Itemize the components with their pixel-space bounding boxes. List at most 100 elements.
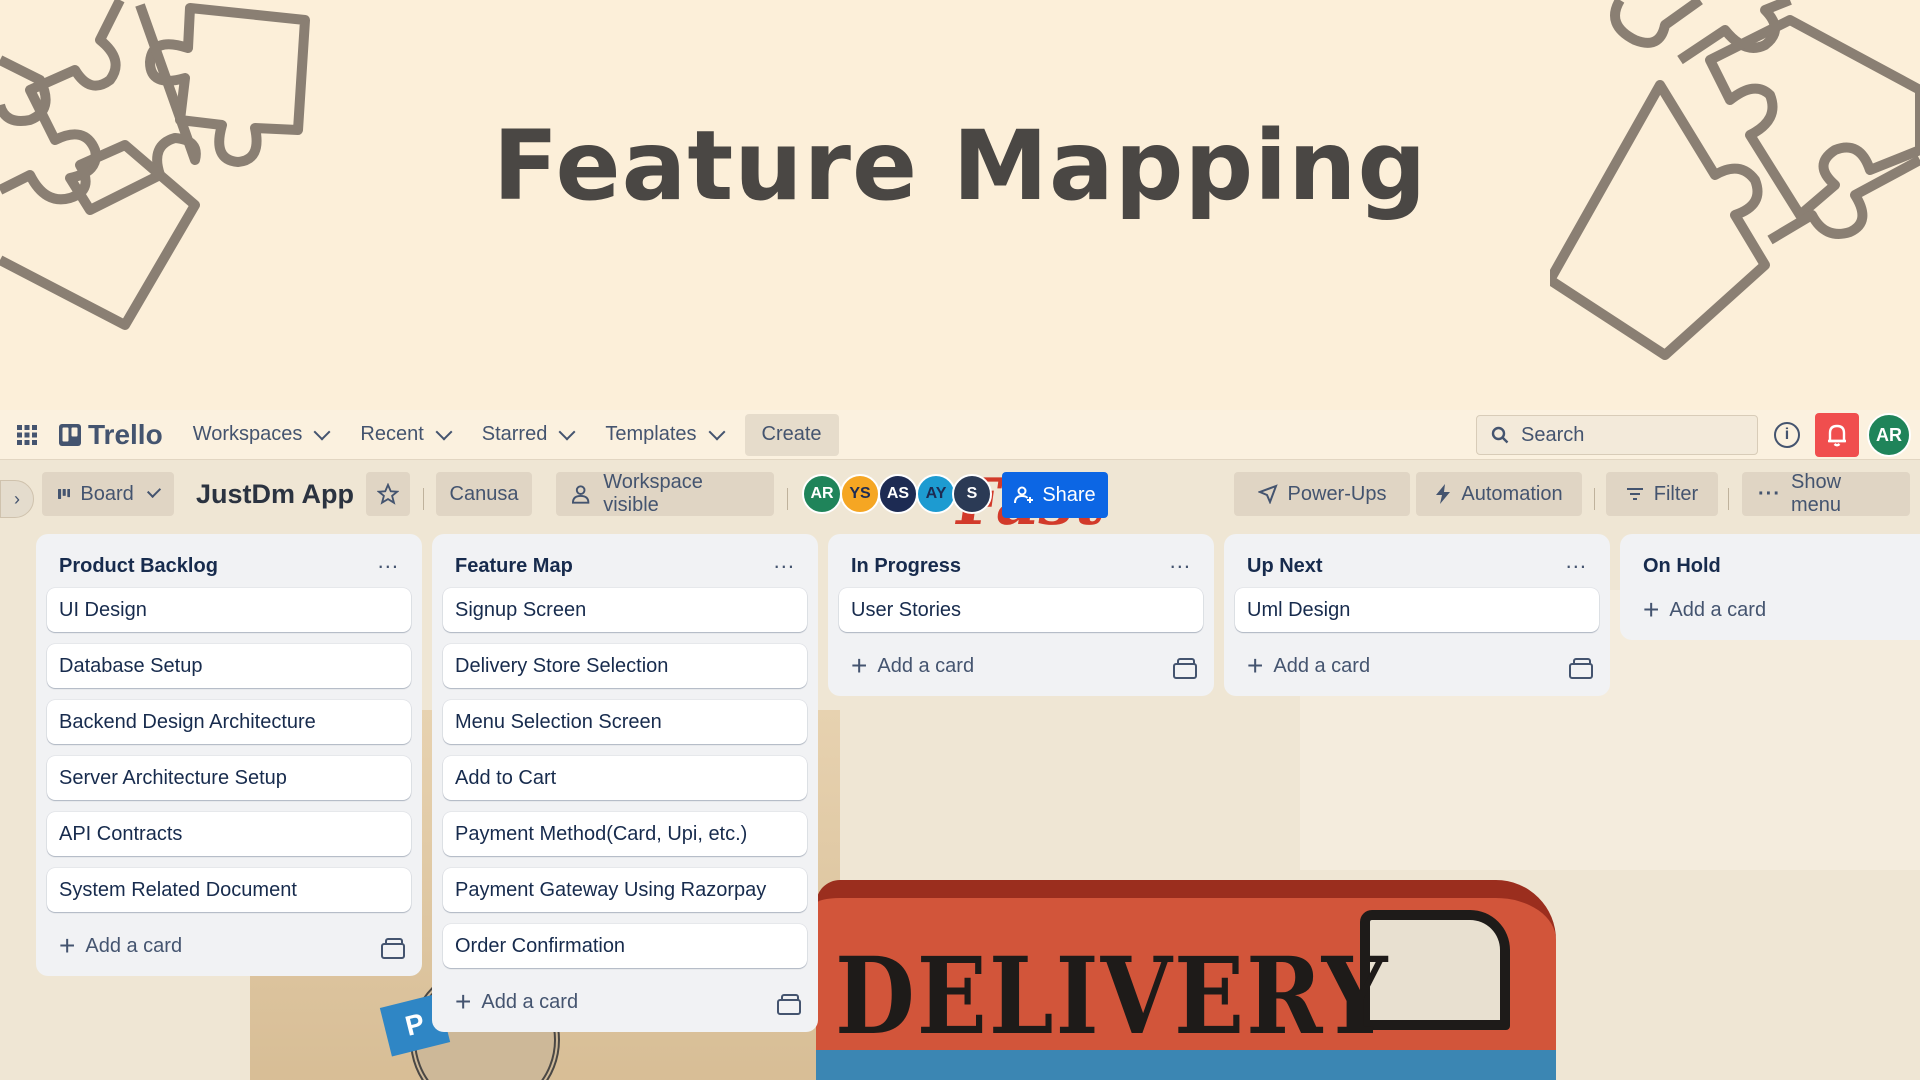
trello-brand-text: Trello bbox=[88, 418, 163, 450]
plus-icon: + bbox=[455, 986, 472, 1017]
chevron-down-icon bbox=[708, 423, 725, 440]
list-title[interactable]: Up Next bbox=[1247, 555, 1323, 578]
nav-starred-menu[interactable]: Starred bbox=[472, 415, 584, 455]
people-icon bbox=[572, 485, 590, 504]
add-card-button[interactable]: + Add a card bbox=[59, 932, 183, 960]
add-card-label: Add a card bbox=[1273, 654, 1371, 677]
filter-button[interactable]: Filter bbox=[1606, 472, 1718, 516]
app-switcher-button[interactable] bbox=[6, 415, 48, 455]
list-feature-map: Feature Map ... Signup Screen Delivery S… bbox=[432, 534, 818, 1032]
list-title[interactable]: Feature Map bbox=[455, 555, 573, 578]
power-ups-button[interactable]: Power-Ups bbox=[1234, 472, 1410, 516]
sidebar-expand-button[interactable]: › bbox=[0, 480, 34, 518]
workspace-button[interactable]: Canusa bbox=[436, 472, 532, 516]
user-avatar[interactable]: AR bbox=[1867, 413, 1911, 457]
card[interactable]: Backend Design Architecture bbox=[47, 700, 411, 744]
star-icon bbox=[377, 483, 399, 505]
add-card-button[interactable]: + Add a card bbox=[851, 650, 975, 681]
board-view-switcher[interactable]: Board bbox=[42, 472, 174, 516]
list-menu-icon[interactable]: ... bbox=[774, 550, 795, 576]
header-divider bbox=[423, 488, 424, 510]
list-on-hold: On Hold + Add a card bbox=[1620, 534, 1920, 640]
add-card-label: Add a card bbox=[877, 654, 975, 677]
nav-templates-label: Templates bbox=[605, 423, 697, 445]
trello-home-link[interactable]: Trello bbox=[48, 415, 173, 455]
add-card-button[interactable]: + Add a card bbox=[455, 986, 579, 1017]
list-menu-icon[interactable]: ... bbox=[378, 550, 399, 576]
visibility-button[interactable]: Workspace visible bbox=[556, 471, 774, 516]
card[interactable]: API Contracts bbox=[47, 812, 411, 856]
card[interactable]: UI Design bbox=[47, 588, 411, 632]
member-avatar[interactable]: S bbox=[952, 474, 992, 514]
create-from-template-icon[interactable] bbox=[381, 938, 405, 959]
member-avatar[interactable]: AS bbox=[878, 474, 918, 514]
add-card-label: Add a card bbox=[85, 934, 183, 957]
trello-app-screenshot: Fast DELIVERY P Trello Workspaces R bbox=[0, 410, 1920, 1080]
board-view-label: Board bbox=[80, 482, 134, 505]
search-input[interactable]: Search bbox=[1476, 415, 1758, 455]
card[interactable]: Uml Design bbox=[1235, 588, 1599, 632]
plus-icon: + bbox=[851, 650, 868, 681]
card[interactable]: User Stories bbox=[839, 588, 1203, 632]
chevron-down-icon bbox=[558, 423, 576, 440]
card[interactable]: System Related Document bbox=[47, 868, 411, 912]
chevron-down-icon bbox=[313, 423, 331, 440]
list-in-progress: In Progress ... User Stories + Add a car… bbox=[828, 534, 1214, 696]
notifications-button[interactable] bbox=[1815, 413, 1859, 457]
card[interactable]: Payment Gateway Using Razorpay bbox=[443, 868, 807, 912]
list-header: In Progress ... bbox=[839, 544, 1203, 588]
list-title[interactable]: On Hold bbox=[1643, 555, 1721, 578]
header-divider bbox=[787, 488, 788, 510]
list-header: Up Next ... bbox=[1235, 544, 1599, 588]
star-board-button[interactable] bbox=[366, 472, 410, 516]
list-up-next: Up Next ... Uml Design + Add a card bbox=[1224, 534, 1610, 696]
list-menu-icon[interactable]: ... bbox=[1566, 550, 1587, 576]
list-product-backlog: Product Backlog ... UI Design Database S… bbox=[36, 534, 422, 976]
more-icon: ··· bbox=[1758, 482, 1781, 505]
add-person-icon bbox=[1014, 486, 1034, 504]
nav-workspaces-menu[interactable]: Workspaces bbox=[183, 415, 339, 455]
member-avatar[interactable]: YS bbox=[840, 474, 880, 514]
add-card-label: Add a card bbox=[481, 990, 579, 1013]
create-from-template-icon[interactable] bbox=[1173, 658, 1197, 679]
trello-logo-icon bbox=[59, 423, 81, 446]
info-icon[interactable]: i bbox=[1774, 422, 1800, 448]
nav-recent-menu[interactable]: Recent bbox=[350, 415, 459, 455]
create-from-template-icon[interactable] bbox=[777, 994, 801, 1015]
show-menu-button[interactable]: ··· Show menu bbox=[1742, 471, 1910, 516]
header-divider bbox=[1728, 488, 1729, 510]
card[interactable]: Add to Cart bbox=[443, 756, 807, 800]
add-card-button[interactable]: + Add a card bbox=[1643, 594, 1766, 625]
card[interactable]: Menu Selection Screen bbox=[443, 700, 807, 744]
create-from-template-icon[interactable] bbox=[1569, 658, 1593, 679]
visibility-label: Workspace visible bbox=[603, 471, 703, 516]
chevron-down-icon bbox=[435, 423, 453, 440]
board-header: › Board JustDm App Canusa Workspace visi… bbox=[0, 460, 1920, 524]
share-button[interactable]: Share bbox=[1002, 472, 1108, 518]
card[interactable]: Payment Method(Card, Upi, etc.) bbox=[443, 812, 807, 856]
board-title[interactable]: JustDm App bbox=[196, 479, 354, 510]
list-menu-icon[interactable]: ... bbox=[1170, 550, 1191, 576]
card[interactable]: Database Setup bbox=[47, 644, 411, 688]
list-footer: + Add a card bbox=[1631, 588, 1920, 632]
list-footer: + Add a card bbox=[443, 980, 807, 1024]
member-avatar[interactable]: AY bbox=[916, 474, 956, 514]
nav-templates-menu[interactable]: Templates bbox=[595, 415, 732, 455]
card[interactable]: Server Architecture Setup bbox=[47, 756, 411, 800]
list-title[interactable]: Product Backlog bbox=[59, 555, 218, 578]
nav-recent-label: Recent bbox=[360, 423, 424, 445]
list-footer: + Add a card bbox=[839, 644, 1203, 688]
bell-icon bbox=[1828, 424, 1846, 447]
card[interactable]: Order Confirmation bbox=[443, 924, 807, 968]
card[interactable]: Delivery Store Selection bbox=[443, 644, 807, 688]
member-avatar[interactable]: AR bbox=[802, 474, 842, 514]
share-label: Share bbox=[1042, 483, 1096, 506]
power-ups-label: Power-Ups bbox=[1287, 482, 1387, 505]
list-title[interactable]: In Progress bbox=[851, 555, 961, 578]
plus-icon: + bbox=[1643, 594, 1660, 625]
list-header: On Hold bbox=[1631, 544, 1920, 588]
automation-button[interactable]: Automation bbox=[1416, 472, 1582, 516]
create-button[interactable]: Create bbox=[744, 413, 839, 456]
add-card-button[interactable]: + Add a card bbox=[1247, 652, 1371, 680]
card[interactable]: Signup Screen bbox=[443, 588, 807, 632]
